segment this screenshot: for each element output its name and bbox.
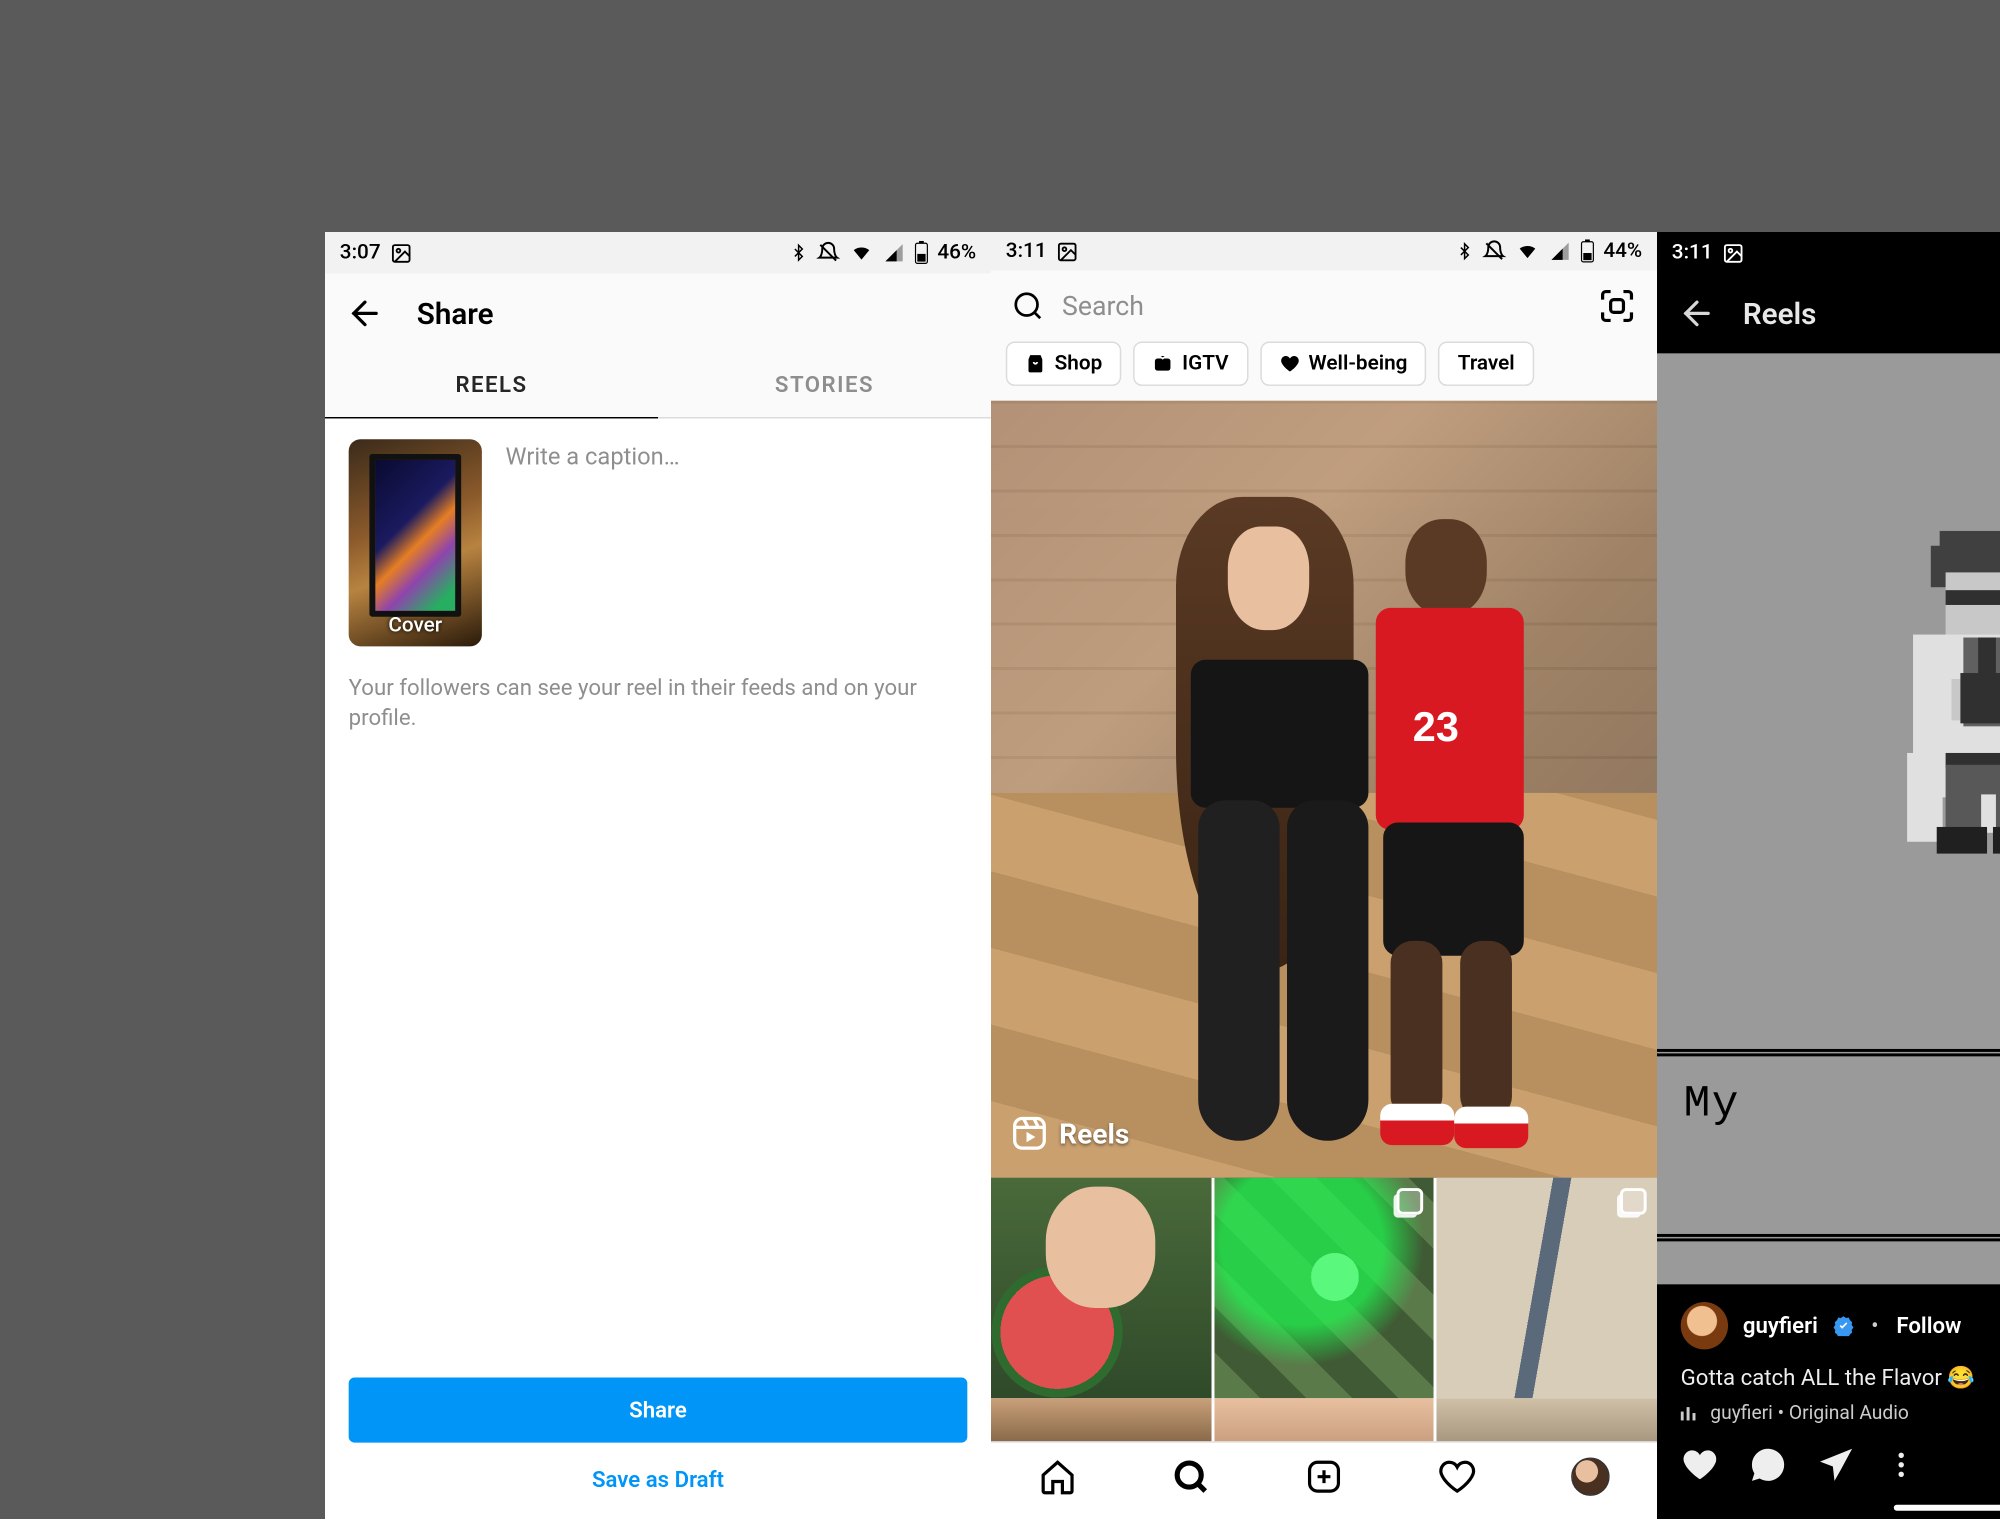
scan-icon[interactable] [1598, 286, 1636, 324]
bluetooth-icon [1455, 239, 1473, 263]
cover-label: Cover [388, 613, 442, 637]
status-battery: 46% [937, 240, 976, 264]
author-avatar[interactable] [1681, 1302, 1728, 1349]
chip-igtv[interactable]: IGTV [1133, 341, 1248, 385]
heart-icon [1279, 353, 1300, 374]
dnd-icon [816, 240, 840, 264]
status-bar: 3:11 44% [1657, 232, 2000, 273]
pixel-professor-sprite [1886, 530, 2000, 870]
chip-travel[interactable]: Travel [1439, 341, 1534, 385]
like-icon[interactable] [1681, 1445, 1719, 1483]
search-input[interactable]: Search [1012, 289, 1580, 322]
nav-search-icon[interactable] [1172, 1457, 1210, 1495]
audio-bars-icon [1681, 1404, 1699, 1422]
nav-activity-icon[interactable] [1438, 1457, 1476, 1495]
reel-caption: Gotta catch ALL the Flavor 😂 [1681, 1364, 2000, 1391]
jersey-number: 23 [1413, 704, 1459, 751]
status-time: 3:11 [1672, 240, 1713, 264]
explore-thumb-1[interactable] [991, 1177, 1211, 1397]
chip-label: IGTV [1182, 351, 1228, 375]
share-header: Share [325, 273, 991, 353]
explore-thumb-5[interactable] [1214, 1397, 1434, 1441]
verified-badge-icon [1833, 1315, 1854, 1336]
image-icon [1055, 240, 1077, 262]
hero-label-text: Reels [1059, 1116, 1129, 1150]
battery-icon [914, 240, 929, 264]
back-arrow-icon[interactable] [346, 294, 384, 332]
dot-separator: • [1868, 1312, 1881, 1339]
chip-label: Well-being [1309, 351, 1408, 375]
wifi-icon [849, 242, 874, 263]
igtv-icon [1153, 353, 1174, 374]
signal-icon [883, 242, 905, 263]
tab-reels[interactable]: REELS [325, 353, 658, 418]
chip-label: Travel [1458, 351, 1515, 375]
dnd-icon [1482, 239, 1506, 263]
more-icon[interactable] [1885, 1448, 1918, 1481]
reel-actions: 19.4k 293 [1657, 1430, 2000, 1495]
image-icon [1721, 241, 1743, 263]
comment-icon[interactable] [1749, 1445, 1787, 1483]
nav-profile-avatar[interactable] [1571, 1457, 1609, 1495]
explore-hero-reel[interactable]: 23 Reels [991, 400, 1657, 1177]
bluetooth-icon [789, 240, 807, 264]
follow-button[interactable]: Follow [1896, 1312, 1961, 1339]
page-title: Reels [1743, 295, 2000, 331]
page-title: Share [417, 295, 494, 331]
search-icon [1012, 289, 1045, 322]
explore-thumb-2[interactable] [1214, 1177, 1434, 1397]
nav-handle[interactable] [1894, 1504, 2000, 1510]
game-dialogue-text: My [1657, 1048, 2000, 1240]
share-button[interactable]: Share [349, 1377, 968, 1442]
reels-icon [1012, 1115, 1048, 1151]
status-battery: 44% [1603, 239, 1642, 263]
chip-label: Shop [1055, 351, 1103, 375]
shopping-bag-icon [1025, 353, 1046, 374]
carousel-badge-icon [1397, 1188, 1424, 1215]
explore-thumb-3[interactable] [1437, 1177, 1657, 1397]
signal-icon [1549, 240, 1571, 261]
share-icon[interactable] [1817, 1445, 1855, 1483]
share-description: Your followers can see your reel in thei… [349, 673, 968, 733]
chip-shop[interactable]: Shop [1006, 341, 1122, 385]
audio-text: guyfieri • Original Audio [1710, 1402, 1909, 1424]
status-time: 3:11 [1006, 239, 1047, 263]
bottom-nav [991, 1441, 1657, 1510]
chip-wellbeing[interactable]: Well-being [1260, 341, 1427, 385]
status-bar: 3:11 44% [991, 232, 1657, 271]
category-chips: Shop IGTV Well-being Travel [991, 341, 1657, 400]
nav-home-icon[interactable] [1038, 1457, 1076, 1495]
reel-video[interactable]: My [1657, 353, 2000, 1284]
search-placeholder: Search [1062, 290, 1144, 321]
tab-stories[interactable]: STORIES [658, 353, 991, 418]
explore-thumb-4[interactable] [991, 1397, 1211, 1441]
nav-new-post-icon[interactable] [1305, 1457, 1343, 1495]
caption-input[interactable]: Write a caption… [506, 439, 680, 646]
author-username[interactable]: guyfieri [1743, 1312, 1818, 1339]
share-tabs: REELS STORIES [325, 353, 991, 418]
carousel-badge-icon [1620, 1188, 1647, 1215]
audio-attribution[interactable]: guyfieri • Original Audio [1681, 1402, 2000, 1424]
wifi-icon [1515, 240, 1540, 261]
battery-icon [1580, 239, 1595, 263]
explore-thumb-6[interactable] [1437, 1397, 1657, 1441]
image-icon [389, 241, 411, 263]
reels-header: Reels [1657, 273, 2000, 353]
back-arrow-icon[interactable] [1678, 294, 1716, 332]
status-time: 3:07 [340, 240, 381, 264]
save-draft-button[interactable]: Save as Draft [349, 1442, 968, 1498]
cover-thumbnail[interactable]: Cover [349, 439, 482, 646]
status-bar: 3:07 46% [325, 232, 991, 273]
